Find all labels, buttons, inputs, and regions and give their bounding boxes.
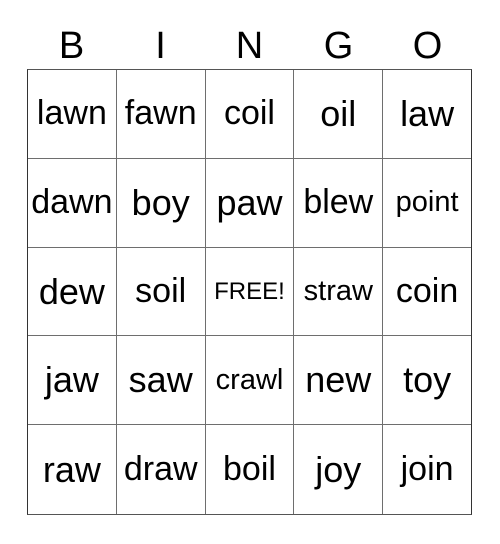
bingo-cell[interactable]: toy — [383, 336, 471, 426]
bingo-cell[interactable]: new — [294, 336, 384, 426]
bingo-cell[interactable]: straw — [294, 247, 384, 337]
bingo-cell[interactable]: lawn — [28, 70, 117, 159]
bingo-cell[interactable]: boil — [205, 425, 295, 514]
bingo-header-row: B I N G O — [27, 22, 472, 69]
bingo-cell-label: toy — [403, 359, 452, 401]
bingo-cell-label: saw — [128, 359, 193, 401]
header-letter-b: B — [58, 24, 85, 67]
bingo-cell-label: straw — [303, 275, 373, 308]
bingo-row: lawn fawn coil oil law — [28, 70, 471, 159]
header-letter-o: O — [412, 24, 443, 67]
bingo-cell[interactable]: fawn — [116, 70, 206, 159]
header-letter-n: N — [235, 24, 264, 67]
bingo-cell-label: soil — [135, 271, 187, 310]
bingo-cell[interactable]: blew — [294, 158, 384, 248]
bingo-cell[interactable]: oil — [294, 70, 384, 159]
bingo-cell[interactable]: crawl — [205, 336, 295, 426]
bingo-cell-label: lawn — [36, 94, 107, 133]
bingo-card: B I N G O lawn fawn coil oil law dawn bo… — [0, 0, 500, 544]
bingo-cell[interactable]: coin — [383, 247, 471, 337]
bingo-cell-label: raw — [42, 448, 101, 490]
bingo-cell[interactable]: raw — [28, 425, 117, 514]
bingo-cell-label: point — [395, 186, 459, 219]
bingo-cell-label: paw — [216, 181, 283, 223]
bingo-cell[interactable]: dew — [28, 247, 117, 337]
bingo-cell-label: boil — [223, 449, 276, 488]
bingo-row: dew soil FREE! straw coin — [28, 247, 471, 337]
bingo-cell-label: boy — [131, 181, 190, 223]
bingo-cell[interactable]: soil — [116, 247, 206, 337]
bingo-cell-label: coin — [395, 271, 459, 310]
header-letter-i: I — [155, 24, 166, 67]
bingo-cell-label: fawn — [124, 94, 197, 133]
bingo-cell-label: dew — [38, 270, 105, 312]
bingo-grid: lawn fawn coil oil law dawn boy paw blew… — [27, 69, 472, 515]
bingo-cell[interactable]: draw — [116, 425, 206, 514]
bingo-cell[interactable]: point — [383, 158, 471, 248]
bingo-cell-label: dawn — [31, 182, 113, 221]
bingo-cell-label: crawl — [215, 364, 284, 397]
bingo-cell-label: new — [305, 359, 372, 401]
bingo-row: dawn boy paw blew point — [28, 158, 471, 248]
bingo-cell-label: coil — [223, 94, 275, 133]
bingo-cell[interactable]: coil — [205, 70, 295, 159]
bingo-row: raw draw boil joy join — [28, 425, 471, 514]
bingo-cell-free-space[interactable]: FREE! — [205, 247, 295, 337]
bingo-cell-label: blew — [303, 182, 374, 221]
bingo-cell-label: draw — [123, 449, 198, 488]
bingo-cell-label: joy — [315, 448, 362, 490]
bingo-cell[interactable]: joy — [294, 425, 384, 514]
bingo-cell-label: join — [400, 449, 454, 488]
bingo-cell-label: jaw — [44, 359, 99, 401]
bingo-cell[interactable]: saw — [116, 336, 206, 426]
bingo-cell[interactable]: paw — [205, 158, 295, 248]
bingo-cell-label: oil — [320, 93, 357, 134]
bingo-row: jaw saw crawl new toy — [28, 336, 471, 426]
bingo-cell[interactable]: boy — [116, 158, 206, 248]
header-letter-g: G — [323, 24, 354, 67]
bingo-cell[interactable]: dawn — [28, 158, 117, 248]
bingo-cell[interactable]: jaw — [28, 336, 117, 426]
bingo-cell-label: law — [400, 93, 455, 134]
free-space-label: FREE! — [214, 277, 285, 305]
bingo-cell[interactable]: join — [383, 425, 471, 514]
bingo-cell[interactable]: law — [383, 70, 471, 159]
